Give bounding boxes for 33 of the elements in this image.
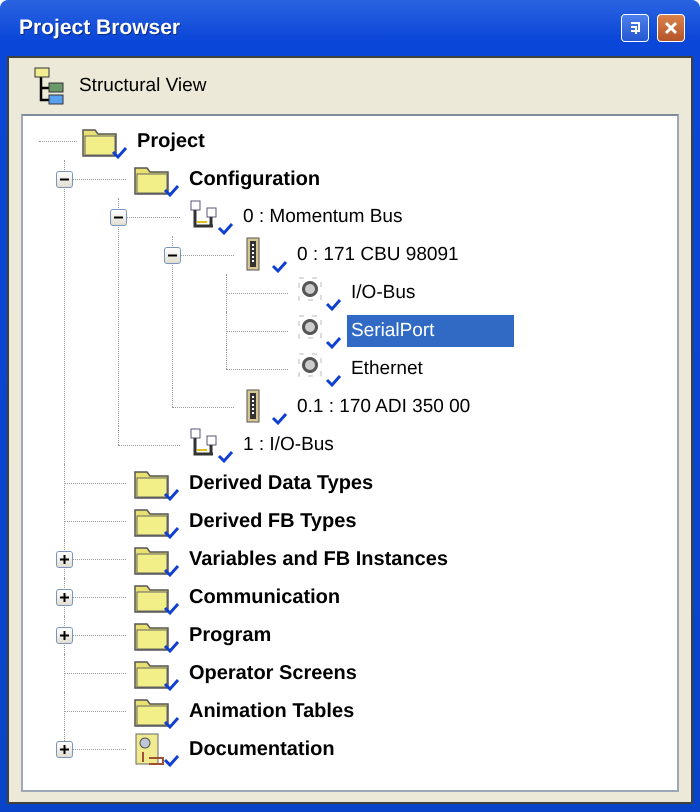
- tree-item[interactable]: Animation Tables: [185, 698, 358, 724]
- window-title: Project Browser: [19, 16, 182, 40]
- collapse-toggle[interactable]: [56, 171, 73, 188]
- expand-toggle[interactable]: [56, 741, 73, 758]
- plus-icon: [60, 745, 69, 754]
- tree-item[interactable]: Configuration: [185, 166, 324, 192]
- expand-toggle[interactable]: [56, 551, 73, 568]
- tree-item[interactable]: SerialPort: [347, 315, 514, 347]
- tree-item[interactable]: Derived FB Types: [185, 508, 360, 534]
- collapse-toggle[interactable]: [164, 247, 181, 264]
- tree-item[interactable]: 0 : 171 CBU 98091: [293, 242, 463, 268]
- tree-item[interactable]: Operator Screens: [185, 660, 361, 686]
- tree-item[interactable]: 1 : I/O-Bus: [239, 432, 338, 458]
- tree-item[interactable]: Program: [185, 622, 276, 648]
- plus-icon: [60, 593, 69, 602]
- tree-item[interactable]: Communication: [185, 584, 344, 610]
- tree-item[interactable]: Project: [133, 128, 209, 154]
- tree-item[interactable]: Ethernet: [347, 356, 427, 382]
- tree-item[interactable]: Variables and FB Instances: [185, 546, 452, 572]
- plus-icon: [60, 631, 69, 640]
- view-title: Structural View: [79, 75, 206, 97]
- close-button[interactable]: [657, 14, 685, 42]
- dock-button[interactable]: [621, 14, 649, 42]
- expand-toggle[interactable]: [56, 589, 73, 606]
- tree-item[interactable]: 0.1 : 170 ADI 350 00: [293, 394, 474, 420]
- collapse-toggle[interactable]: [110, 209, 127, 226]
- tree-item[interactable]: Derived Data Types: [185, 470, 378, 496]
- close-icon: [663, 20, 679, 36]
- tree-item[interactable]: 0 : Momentum Bus: [239, 204, 406, 230]
- tree-item[interactable]: I/O-Bus: [347, 280, 420, 306]
- plus-icon: [60, 555, 69, 564]
- expand-toggle[interactable]: [56, 627, 73, 644]
- tree-item[interactable]: Documentation: [185, 736, 339, 762]
